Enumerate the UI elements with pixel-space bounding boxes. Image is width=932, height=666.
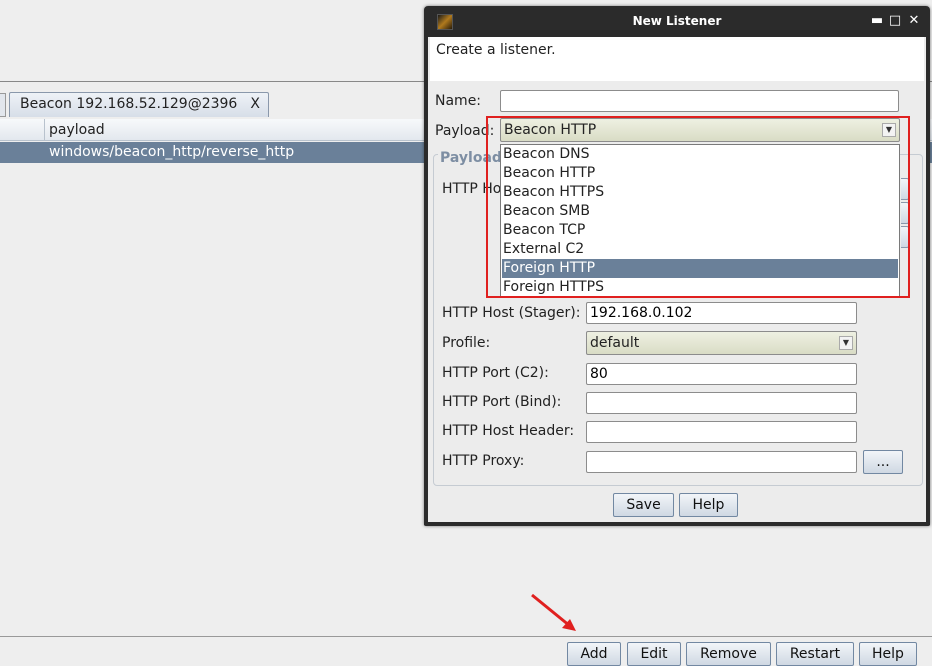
remove-button[interactable]: Remove: [686, 642, 771, 666]
close-icon[interactable]: ✕: [906, 13, 922, 29]
host-header-input[interactable]: [586, 421, 857, 443]
name-input[interactable]: [500, 90, 899, 112]
table-cell-payload: windows/beacon_http/reverse_http: [49, 144, 295, 160]
stager-host-input[interactable]: [586, 302, 857, 324]
profile-label: Profile:: [442, 335, 491, 351]
column-separator[interactable]: [44, 119, 45, 141]
port-bind-label: HTTP Port (Bind):: [442, 394, 562, 410]
port-c2-input[interactable]: [586, 363, 857, 385]
add-button[interactable]: Add: [567, 642, 621, 666]
help-button[interactable]: Help: [859, 642, 917, 666]
port-bind-input[interactable]: [586, 392, 857, 414]
proxy-settings-button[interactable]: ...: [863, 450, 903, 474]
tab-close-button[interactable]: X: [250, 96, 260, 112]
annotation-highlight-box: [486, 116, 910, 298]
port-c2-label: HTTP Port (C2):: [442, 365, 549, 381]
description-panel: Create a listener.: [430, 37, 924, 81]
profile-select[interactable]: default ▼: [586, 331, 857, 355]
host-header-label: HTTP Host Header:: [442, 423, 575, 439]
column-header-payload[interactable]: payload: [49, 122, 105, 138]
chevron-down-icon[interactable]: ▼: [839, 336, 853, 350]
minimize-icon[interactable]: ▬: [869, 13, 885, 29]
previous-tab-edge[interactable]: [0, 93, 6, 117]
maximize-icon[interactable]: □: [887, 13, 903, 29]
name-label: Name:: [435, 93, 482, 109]
dialog-title: New Listener: [632, 14, 722, 28]
restart-button[interactable]: Restart: [776, 642, 854, 666]
profile-select-value: default: [590, 335, 640, 351]
proxy-label: HTTP Proxy:: [442, 453, 525, 469]
tab-beacon-session[interactable]: Beacon 192.168.52.129@2396 X: [9, 92, 269, 117]
tab-label: Beacon 192.168.52.129@2396: [20, 96, 238, 112]
annotation-arrow-icon: [531, 593, 576, 631]
stager-host-label: HTTP Host (Stager):: [442, 305, 581, 321]
dialog-description: Create a listener.: [436, 42, 556, 58]
dialog-titlebar[interactable]: New Listener ▬ □ ✕: [428, 6, 926, 37]
edit-button[interactable]: Edit: [627, 642, 681, 666]
dialog-help-button[interactable]: Help: [679, 493, 738, 517]
save-button[interactable]: Save: [613, 493, 674, 517]
button-bar-divider: [0, 636, 932, 637]
proxy-input[interactable]: [586, 451, 857, 473]
